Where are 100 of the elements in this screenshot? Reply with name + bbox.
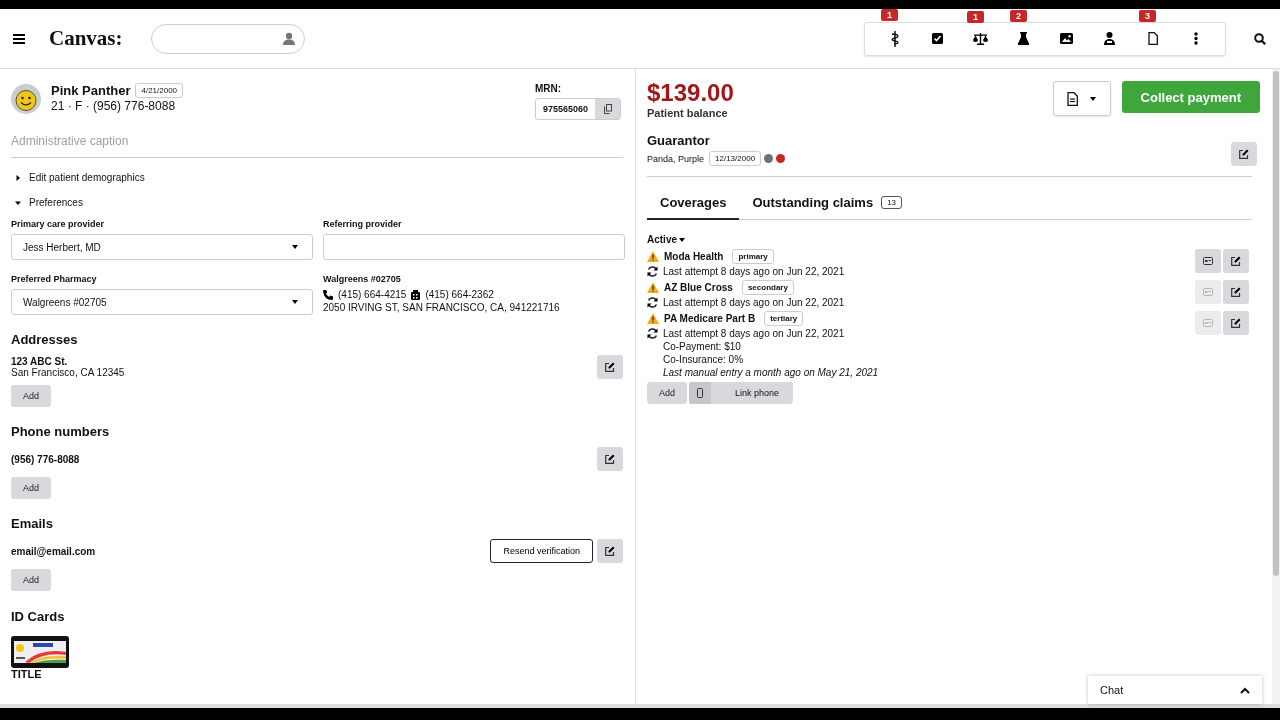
coverage-detail: Co-Insurance: 0%: [663, 354, 745, 365]
edit-icon: [605, 362, 615, 372]
pharmacy-fax: (415) 664-2362: [425, 289, 494, 300]
id-card-icon: [1203, 319, 1213, 327]
eligibility-attempt: Last attempt 8 days ago on Jun 22, 2021: [663, 328, 845, 339]
chat-panel-toggle[interactable]: Chat: [1088, 676, 1262, 704]
edit-button[interactable]: [597, 355, 623, 379]
card-title: TITLE: [11, 668, 43, 680]
resend-verification-button[interactable]: Resend verification: [490, 539, 593, 563]
section-toggle[interactable]: Edit patient demographics: [15, 172, 623, 183]
contact-text: San Francisco, CA 12345: [11, 367, 125, 378]
balance-amount: $139.00: [647, 79, 734, 107]
warning-icon: [647, 251, 659, 262]
edit-button[interactable]: [597, 539, 623, 563]
more-icon[interactable]: [1193, 32, 1198, 45]
contact-text: email@email.com: [11, 545, 96, 557]
section-toggle[interactable]: Preferences: [15, 197, 623, 208]
refresh-icon: [647, 297, 658, 308]
add-button[interactable]: Add: [647, 382, 687, 404]
document-dropdown-button[interactable]: [1052, 81, 1111, 116]
edit-icon: [1231, 287, 1241, 297]
avatar-icon: [11, 84, 41, 114]
copy-icon: [603, 104, 612, 114]
checkbox-icon[interactable]: [932, 33, 943, 44]
mrn-value: 975565060: [541, 103, 589, 116]
birth-date: 12/13/2000: [709, 151, 762, 166]
add-button[interactable]: Add: [11, 477, 51, 499]
refresh-icon: [647, 266, 658, 277]
guarantor-heading: Guarantor: [647, 133, 711, 148]
patient-summary: 21 · F · (956) 776-8088: [51, 99, 177, 113]
eligibility-attempt: Last attempt 8 days ago on Jun 22, 2021: [663, 297, 845, 308]
contact-text: (956) 776-8088: [11, 453, 80, 465]
status-filter[interactable]: Active: [647, 234, 685, 245]
link-phone-button[interactable]: Link phone: [689, 382, 794, 404]
field-label: Referring provider: [323, 219, 403, 229]
patient-name: Pink Panther: [51, 83, 131, 98]
edit-icon: [605, 546, 615, 556]
pharmacy-phone: (415) 664-4215: [338, 289, 407, 300]
add-button[interactable]: Add: [11, 569, 51, 591]
field-label: Preferred Pharmacy: [11, 274, 98, 284]
doctor-icon[interactable]: [1104, 32, 1115, 45]
add-button[interactable]: Add: [11, 385, 51, 407]
section-heading: ID Cards: [11, 609, 66, 624]
scrollbar[interactable]: [1272, 69, 1280, 704]
person-icon: [282, 32, 295, 45]
coverage-rank-tag: primary: [732, 249, 774, 264]
pharmacy-select[interactable]: Walgreens #02705: [11, 289, 313, 315]
image-icon[interactable]: [1060, 33, 1073, 44]
birth-date: 4/21/2000: [135, 83, 184, 98]
edit-icon: [605, 454, 615, 464]
menu-icon[interactable]: [13, 33, 25, 44]
document-icon: [1067, 91, 1079, 106]
balance-label: Patient balance: [647, 107, 729, 119]
provider-select[interactable]: Jess Herbert, MD: [11, 234, 313, 260]
pharmacy-address: 2050 IRVING ST, SAN FRANCISCO, CA, 941221716: [323, 302, 561, 313]
caret-icon: [1090, 96, 1097, 101]
guarantor-name: Panda, Purple: [647, 153, 705, 164]
edit-icon: [1231, 256, 1241, 266]
refresh-icon: [647, 328, 658, 339]
tab[interactable]: Coverages: [647, 189, 740, 220]
edit-button[interactable]: [1223, 311, 1249, 335]
copy-button[interactable]: [595, 99, 620, 119]
edit-button[interactable]: [1231, 142, 1257, 166]
insurer-name: Moda Health: [664, 251, 724, 262]
id-card-icon: [1203, 288, 1213, 296]
edit-icon: [1239, 149, 1249, 159]
edit-icon: [1231, 318, 1241, 328]
field-label: Primary care provider: [11, 219, 106, 229]
insurer-name: PA Medicare Part B: [664, 313, 756, 324]
search-icon[interactable]: [1254, 32, 1266, 45]
id-card-icon: [1203, 257, 1213, 265]
manual-entry-note: Last manual entry a month ago on May 21, 2021: [663, 367, 879, 378]
document-icon[interactable]: [1147, 32, 1158, 45]
count-badge: 3: [1139, 10, 1156, 22]
edit-button[interactable]: [1223, 249, 1249, 273]
phone-icon: [323, 289, 333, 300]
edit-button[interactable]: [1223, 280, 1249, 304]
count-badge: 1: [967, 10, 984, 23]
edit-button[interactable]: [597, 447, 623, 471]
eligibility-attempt: Last attempt 8 days ago on Jun 22, 2021: [663, 266, 845, 277]
logo[interactable]: Canvas:: [49, 26, 123, 51]
mrn-label: MRN:: [534, 83, 563, 94]
caret-icon: [679, 237, 685, 242]
caret-icon: [292, 300, 298, 304]
tab[interactable]: Outstanding claims 13: [739, 189, 916, 220]
caret-icon: [292, 245, 298, 249]
scales-icon[interactable]: [973, 32, 988, 45]
coverage-detail: Co-Payment: $10: [663, 341, 742, 352]
mobile-phone-icon: [697, 388, 703, 398]
fax-icon: [411, 289, 421, 300]
warning-icon: [647, 282, 659, 293]
caduceus-icon[interactable]: [890, 30, 899, 47]
referring-provider-field[interactable]: [323, 234, 625, 260]
administrative-caption: Administrative caption: [11, 134, 130, 148]
section-heading: Emails: [11, 516, 54, 531]
insurer-name: AZ Blue Cross: [664, 282, 733, 293]
section-heading: Phone numbers: [11, 424, 111, 439]
contact-text: 123 ABC St.: [11, 356, 69, 367]
flask-icon[interactable]: [1018, 32, 1029, 45]
card-button[interactable]: [1195, 249, 1221, 273]
